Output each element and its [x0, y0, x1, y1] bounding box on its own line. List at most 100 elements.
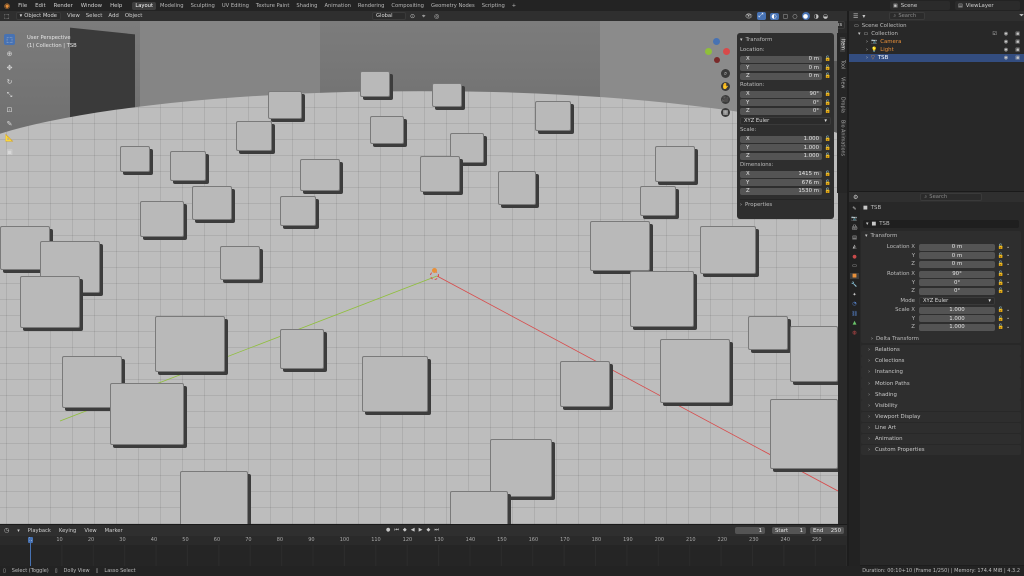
view-layer-tab-icon[interactable]: ▤ — [852, 235, 857, 241]
gizmo-z-axis[interactable] — [713, 38, 720, 45]
viewport-menu-object[interactable]: Object — [125, 13, 143, 19]
menu-window[interactable]: Window — [81, 3, 102, 9]
section-line-art[interactable]: › Line Art — [861, 422, 1021, 434]
lock-icon[interactable]: 🔓 — [997, 316, 1005, 322]
keyframe-dot-icon[interactable]: • — [1005, 280, 1011, 285]
transform-section-header[interactable]: ▾ Transform — [861, 231, 1021, 241]
lock-icon[interactable]: 🔓 — [825, 73, 831, 79]
tab-shading[interactable]: Shading — [293, 2, 320, 10]
keyframe-dot-icon[interactable]: • — [1005, 289, 1011, 294]
scene-selector[interactable]: ▣ Scene — [890, 1, 950, 10]
sidebar-tab-tool[interactable]: Tool — [840, 60, 845, 69]
keyframe-dot-icon[interactable]: • — [1005, 262, 1011, 267]
location-field[interactable]: 0 m — [919, 252, 995, 259]
viewport-menu-select[interactable]: Select — [86, 13, 103, 19]
rotation-x-field[interactable]: X 90° — [740, 90, 822, 98]
select-box-tool-icon[interactable]: ⬚ — [4, 34, 15, 45]
properties-search-input[interactable]: ⌕ Search — [920, 193, 983, 201]
current-frame-field[interactable]: 1 — [735, 527, 765, 534]
keyframe-dot-icon[interactable]: • — [1005, 245, 1011, 250]
lock-icon[interactable]: 🔓 — [825, 145, 831, 151]
section-instancing[interactable]: › Instancing — [861, 367, 1021, 378]
menu-edit[interactable]: Edit — [35, 3, 45, 9]
tab-animation[interactable]: Animation — [321, 2, 353, 10]
outliner-scene-collection[interactable]: ▭ Scene Collection — [849, 22, 1024, 30]
constraints-tab-icon[interactable]: ⛓ — [851, 311, 857, 317]
chevron-right-icon[interactable]: › — [866, 55, 868, 61]
transform-orientation-dropdown[interactable]: Global — [372, 12, 406, 20]
rotation-field[interactable]: 0° — [919, 279, 995, 286]
lock-icon[interactable]: 🔓 — [997, 271, 1005, 277]
location-y-field[interactable]: Y 0 m — [740, 64, 822, 71]
section-relations[interactable]: › Relations — [861, 345, 1021, 356]
overlay-toggle-icon[interactable]: ◐ — [769, 12, 779, 20]
chevron-right-icon[interactable]: › — [866, 47, 868, 53]
zoom-icon[interactable]: ⌕ — [721, 69, 730, 78]
scale-z-field[interactable]: Z 1.000 — [740, 152, 822, 160]
material-shading-icon[interactable]: ◑ — [814, 13, 819, 20]
solid-shading-icon[interactable]: ● — [801, 12, 810, 20]
navigation-gizmo[interactable] — [703, 36, 733, 66]
snap-icon[interactable]: ⌖ — [422, 13, 425, 21]
lock-icon[interactable]: 🔓 — [825, 56, 831, 62]
gizmo-x-axis[interactable] — [723, 48, 730, 55]
properties-rotation-mode-dropdown[interactable]: XYZ Euler ▾ — [919, 296, 995, 305]
physics-tab-icon[interactable]: ◔ — [852, 301, 856, 307]
visibility-icon[interactable]: 👁 — [745, 13, 753, 20]
editor-type-icon[interactable]: ⬚ — [4, 13, 10, 20]
keyframe-dot-icon[interactable]: • — [1005, 325, 1011, 330]
scale-x-field[interactable]: X 1.000 — [740, 135, 822, 143]
cursor-tool-icon[interactable]: ⊕ — [4, 48, 15, 59]
play-reverse-icon[interactable]: ◀ — [411, 527, 415, 533]
tab-layout[interactable]: Layout — [132, 1, 156, 10]
dimensions-y-field[interactable]: Y 676 m — [740, 179, 822, 186]
outliner-item-tsb[interactable]: › ▽ TSB ◉ ▣ — [849, 54, 1024, 62]
tab-geometry-nodes[interactable]: Geometry Nodes — [428, 2, 478, 10]
next-keyframe-icon[interactable]: ◆ — [426, 527, 430, 533]
jump-end-icon[interactable]: ⏭ — [434, 527, 439, 533]
modifier-tab-icon[interactable]: 🔧 — [851, 282, 857, 288]
play-icon[interactable]: ▶ — [419, 527, 423, 533]
sidebar-tab-dropla[interactable]: Dropla — [840, 97, 845, 113]
end-frame-field[interactable]: End 250 — [810, 527, 844, 534]
measure-tool-icon[interactable]: 📐 — [4, 132, 15, 143]
dimensions-x-field[interactable]: X 1415 m — [740, 170, 822, 178]
transform-tool-icon[interactable]: ⊡ — [4, 104, 15, 115]
eye-icon[interactable]: ◉ — [1004, 31, 1008, 37]
tab-uv-editing[interactable]: UV Editing — [219, 2, 252, 10]
xray-icon[interactable]: ▢ — [783, 13, 789, 20]
object-name-field[interactable]: ▾ ■ TSB — [863, 220, 1019, 228]
outliner-collection[interactable]: ▾ ▭ Collection ☑ ◉ ▣ — [849, 30, 1024, 38]
collection-tab-icon[interactable]: ▭ — [852, 263, 857, 269]
rotation-z-field[interactable]: Z 0° — [740, 107, 822, 115]
3d-scene[interactable] — [0, 21, 838, 524]
lock-icon[interactable]: 🔓 — [825, 180, 831, 186]
tab-sculpting[interactable]: Sculpting — [188, 2, 218, 10]
location-field[interactable]: 0 m — [919, 243, 995, 251]
perspective-toggle-icon[interactable]: ▦ — [721, 108, 730, 117]
timeline-menu-keying[interactable]: Keying — [59, 528, 76, 534]
particles-tab-icon[interactable]: ✦ — [852, 292, 856, 298]
rendered-shading-icon[interactable]: ◒ — [823, 13, 828, 20]
dimensions-z-field[interactable]: Z 1530 m — [740, 187, 822, 195]
n-panel-properties-header[interactable]: › Properties — [740, 199, 831, 208]
lock-icon[interactable]: 🔓 — [825, 171, 831, 177]
lock-icon[interactable]: 🔓 — [997, 288, 1005, 294]
keyframe-dot-icon[interactable]: • — [1005, 272, 1011, 277]
object-tab-icon[interactable]: ■ — [850, 272, 859, 279]
scale-tool-icon[interactable]: ⤡ — [4, 90, 15, 101]
section-custom-properties[interactable]: › Custom Properties — [861, 444, 1021, 456]
material-tab-icon[interactable]: ◍ — [852, 330, 856, 336]
gizmo-neg-axis[interactable] — [714, 57, 720, 63]
filter-icon[interactable]: ⏷ — [1019, 12, 1024, 20]
keyframe-dot-icon[interactable]: • — [1005, 316, 1011, 321]
lock-icon[interactable]: 🔓 — [997, 280, 1005, 286]
mode-dropdown[interactable]: ▾ Object Mode — [15, 12, 61, 20]
lock-icon[interactable]: 🔓 — [997, 261, 1005, 267]
pan-hand-icon[interactable]: ✋ — [721, 82, 730, 91]
sidebar-tab-item[interactable]: Item — [839, 37, 845, 52]
lock-icon[interactable]: 🔓 — [997, 253, 1005, 259]
rotation-field[interactable]: 90° — [919, 270, 995, 278]
location-field[interactable]: 0 m — [919, 260, 995, 268]
rotation-mode-dropdown[interactable]: XYZ Euler ▾ — [740, 117, 831, 125]
